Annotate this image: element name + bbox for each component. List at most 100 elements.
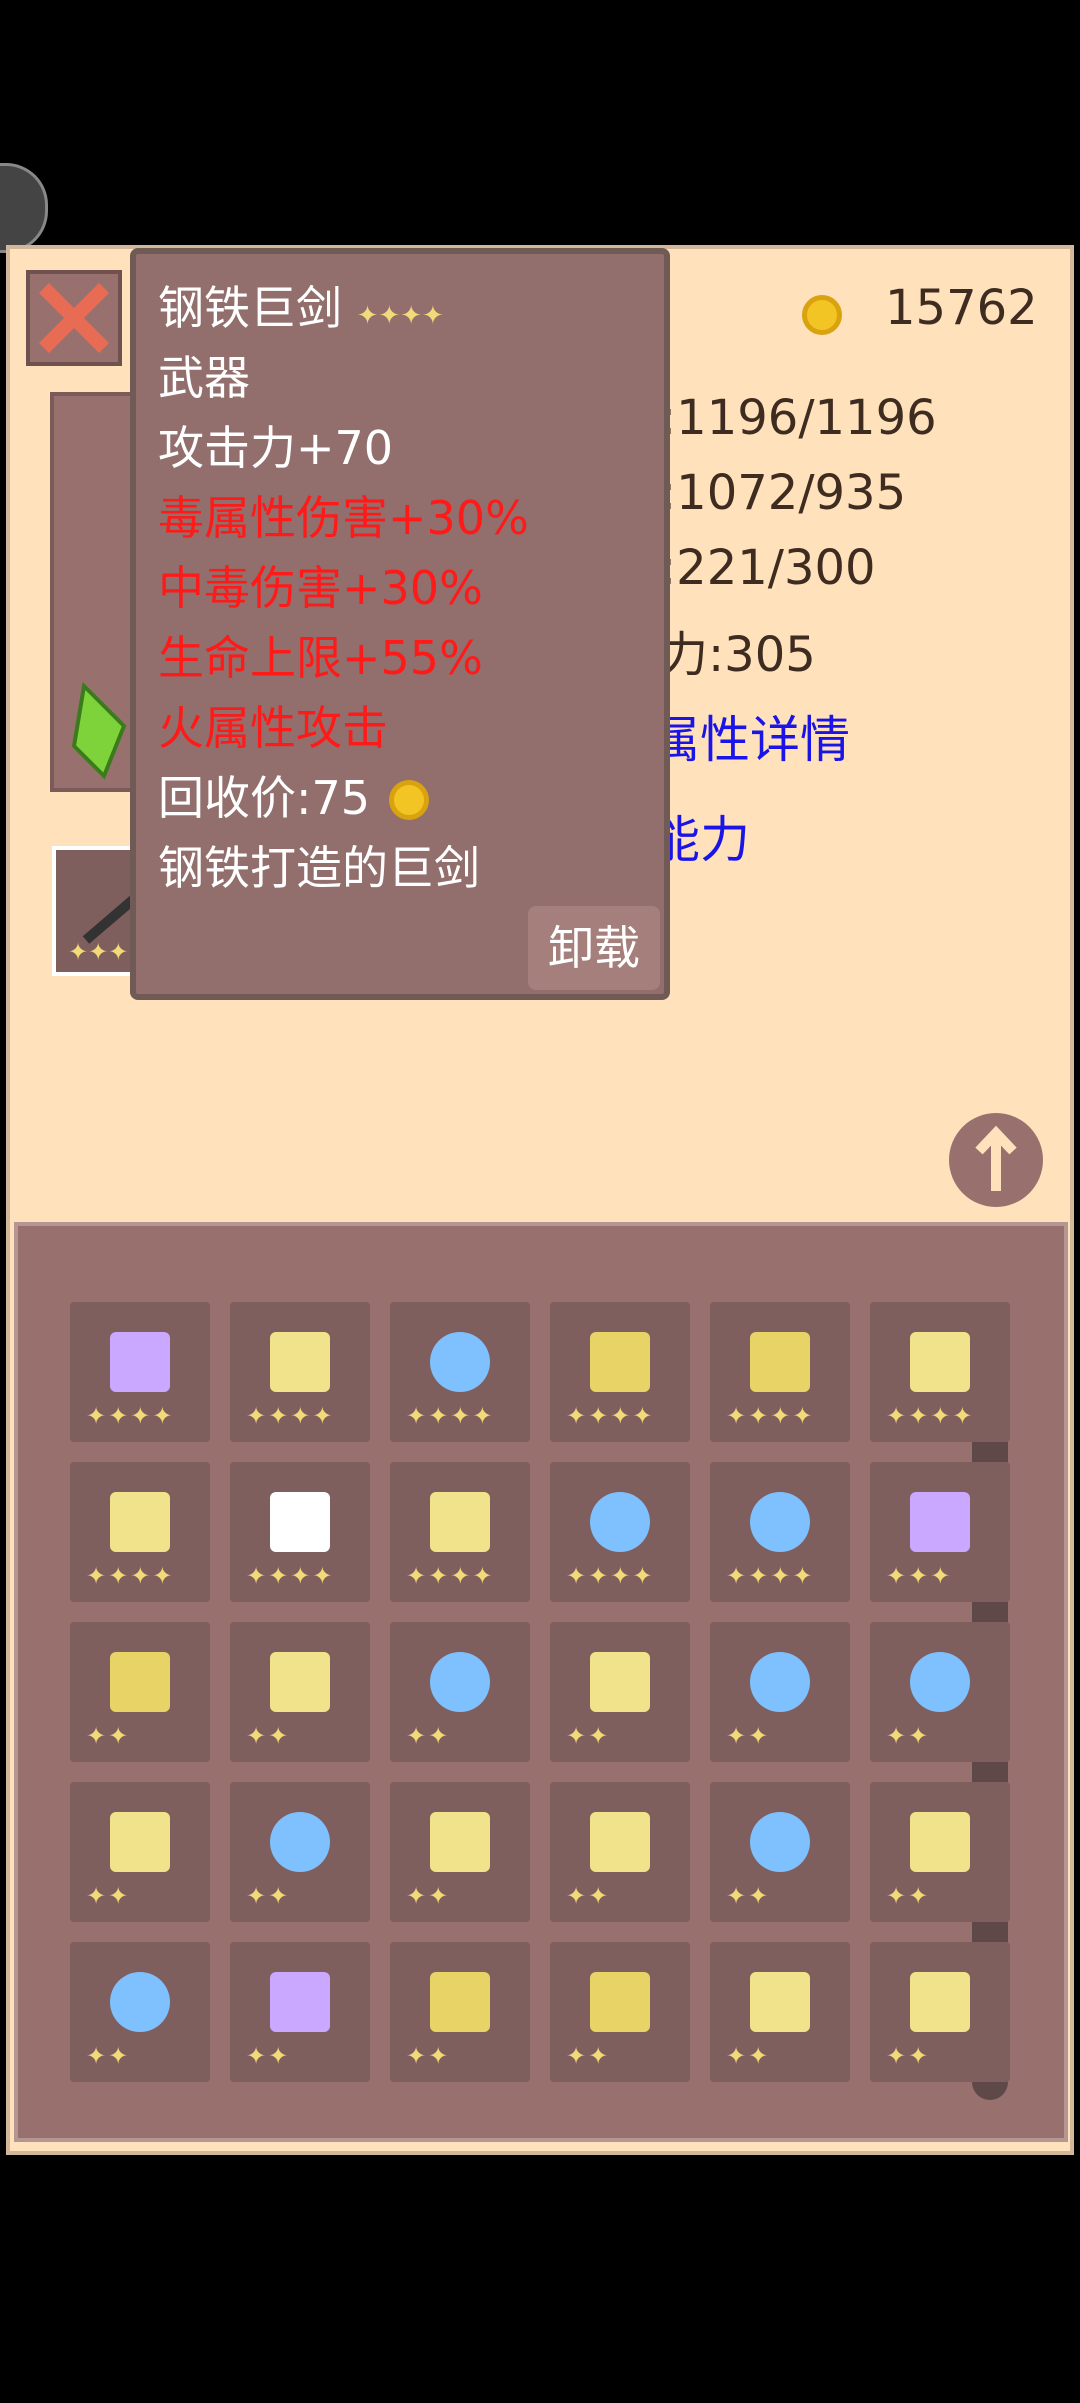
exp-stat: :221/300 [660, 540, 876, 596]
inventory-slot[interactable]: ✦✦ [70, 1942, 210, 2082]
armor-icon [750, 1332, 810, 1392]
gold-amount: 15762 [885, 280, 1038, 336]
item-stars: ✦✦ [246, 2042, 291, 2070]
item-stars: ✦✦✦✦ [726, 1402, 815, 1430]
item-stars: ✦✦✦✦ [406, 1402, 495, 1430]
item-stars: ✦✦✦✦ [566, 1402, 655, 1430]
item-stars: ✦✦ [726, 2042, 771, 2070]
inventory-slot[interactable]: ✦✦ [870, 1622, 1010, 1762]
item-stars: ✦✦✦✦ [566, 1562, 655, 1590]
item-stars: ✦✦✦✦ [86, 1562, 175, 1590]
item-tooltip: 钢铁巨剑 ✦✦✦✦ 武器 攻击力+70 毒属性伤害+30% 中毒伤害+30% 生… [130, 248, 670, 1000]
inventory-slot[interactable]: ✦✦✦✦ [70, 1302, 210, 1442]
inventory-slot[interactable]: ✦✦ [550, 1782, 690, 1922]
sword-icon [110, 1812, 170, 1872]
item-stars: ✦✦ [406, 1722, 451, 1750]
item-stars: ✦✦ [886, 2042, 931, 2070]
ring-icon [750, 1652, 810, 1712]
item-recycle-price: 回收价:75 [158, 762, 429, 828]
item-hp-limit: 生命上限+55% [158, 631, 483, 685]
bow-icon [270, 1972, 330, 2032]
item-stars: ✦✦ [886, 1882, 931, 1910]
inventory-slot[interactable]: ✦✦ [710, 1942, 850, 2082]
inventory-slot[interactable]: ✦✦✦✦ [390, 1302, 530, 1442]
item-description: 钢铁打造的巨剑 [158, 841, 480, 895]
inventory-slot[interactable]: ✦✦ [870, 1942, 1010, 2082]
item-stars: ✦✦ [886, 1722, 931, 1750]
hp-stat: :1196/1196 [660, 390, 937, 446]
inventory-slot[interactable]: ✦✦ [230, 1942, 370, 2082]
sword-icon [430, 1492, 490, 1552]
close-icon [39, 283, 109, 353]
gold-coin-icon [388, 780, 429, 820]
inventory-slot[interactable]: ✦✦✦✦ [710, 1462, 850, 1602]
item-stars: ✦✦ [246, 1722, 291, 1750]
sword-icon [910, 1332, 970, 1392]
item-stars: ✦✦✦ [886, 1562, 953, 1590]
item-stars: ✦✦✦✦ [86, 1402, 175, 1430]
item-stars: ✦✦ [86, 2042, 131, 2070]
inventory-slot[interactable]: ✦✦✦✦ [390, 1462, 530, 1602]
chat-bubble-icon[interactable] [0, 163, 48, 253]
ring-icon [910, 1652, 970, 1712]
inventory-slot[interactable]: ✦✦✦✦ [870, 1302, 1010, 1442]
item-stars: ✦✦✦✦ [886, 1402, 975, 1430]
item-attack: 攻击力+70 [158, 421, 394, 475]
close-button[interactable] [26, 270, 122, 366]
item-stars: ✦✦ [726, 1722, 771, 1750]
upgrade-button[interactable] [949, 1113, 1043, 1207]
ring-icon [750, 1492, 810, 1552]
inventory-slot[interactable]: ✦✦ [870, 1782, 1010, 1922]
ring-icon [110, 1972, 170, 2032]
sword-icon [590, 1812, 650, 1872]
sword-icon [910, 1812, 970, 1872]
ring-icon [590, 1492, 650, 1552]
inventory-slot[interactable]: ✦✦✦✦ [230, 1302, 370, 1442]
armor-icon [110, 1652, 170, 1712]
sword-icon [750, 1972, 810, 2032]
inventory-slot[interactable]: ✦✦ [550, 1942, 690, 2082]
item-stars: ✦✦✦✦ [246, 1562, 335, 1590]
item-stars: ✦✦✦✦ [406, 1562, 495, 1590]
necklace-icon [270, 1492, 330, 1552]
item-stars: ✦✦✦✦ [246, 1402, 335, 1430]
inventory-slot[interactable]: ✦✦ [230, 1622, 370, 1762]
inventory-slot[interactable]: ✦✦ [390, 1622, 530, 1762]
armor-icon [590, 1332, 650, 1392]
armor-icon [590, 1972, 650, 2032]
item-stars: ✦✦ [566, 2042, 611, 2070]
sword-icon [430, 1812, 490, 1872]
sword-icon [910, 1972, 970, 2032]
inventory-slot[interactable]: ✦✦ [70, 1622, 210, 1762]
inventory-slot[interactable]: ✦✦✦✦ [550, 1462, 690, 1602]
inventory-slot[interactable]: ✦✦ [710, 1622, 850, 1762]
inventory-slot[interactable]: ✦✦ [70, 1782, 210, 1922]
inventory-slot[interactable]: ✦✦✦✦ [710, 1302, 850, 1442]
inventory-slot[interactable]: ✦✦ [710, 1782, 850, 1922]
arrow-up-icon [975, 1125, 1017, 1191]
sword-icon [270, 1332, 330, 1392]
item-stars: ✦✦ [86, 1722, 131, 1750]
attribute-detail-link[interactable]: 属性详情 [650, 700, 850, 772]
ring-icon [430, 1332, 490, 1392]
bow-icon [110, 1332, 170, 1392]
item-stars: ✦✦ [246, 1882, 291, 1910]
sword-icon [110, 1492, 170, 1552]
unequip-button[interactable]: 卸载 [528, 906, 660, 990]
inventory-slot[interactable]: ✦✦ [230, 1782, 370, 1922]
inventory-slot[interactable]: ✦✦ [390, 1782, 530, 1922]
inventory-slot[interactable]: ✦✦✦ [870, 1462, 1010, 1602]
inventory-slot[interactable]: ✦✦✦✦ [550, 1302, 690, 1442]
inventory-slot[interactable]: ✦✦✦✦ [230, 1462, 370, 1602]
item-name: 钢铁巨剑 ✦✦✦✦ [158, 281, 444, 335]
inventory-slot[interactable]: ✦✦ [550, 1622, 690, 1762]
inventory-slot[interactable]: ✦✦✦✦ [70, 1462, 210, 1602]
item-stars: ✦✦✦✦ [726, 1562, 815, 1590]
item-stars: ✦✦ [406, 1882, 451, 1910]
bow-icon [910, 1492, 970, 1552]
item-poison-attr: 毒属性伤害+30% [158, 491, 529, 545]
gold-coin-icon [802, 295, 842, 335]
item-poisoned-damage: 中毒伤害+30% [158, 561, 483, 615]
inventory-slot[interactable]: ✦✦ [390, 1942, 530, 2082]
sword-icon [590, 1652, 650, 1712]
